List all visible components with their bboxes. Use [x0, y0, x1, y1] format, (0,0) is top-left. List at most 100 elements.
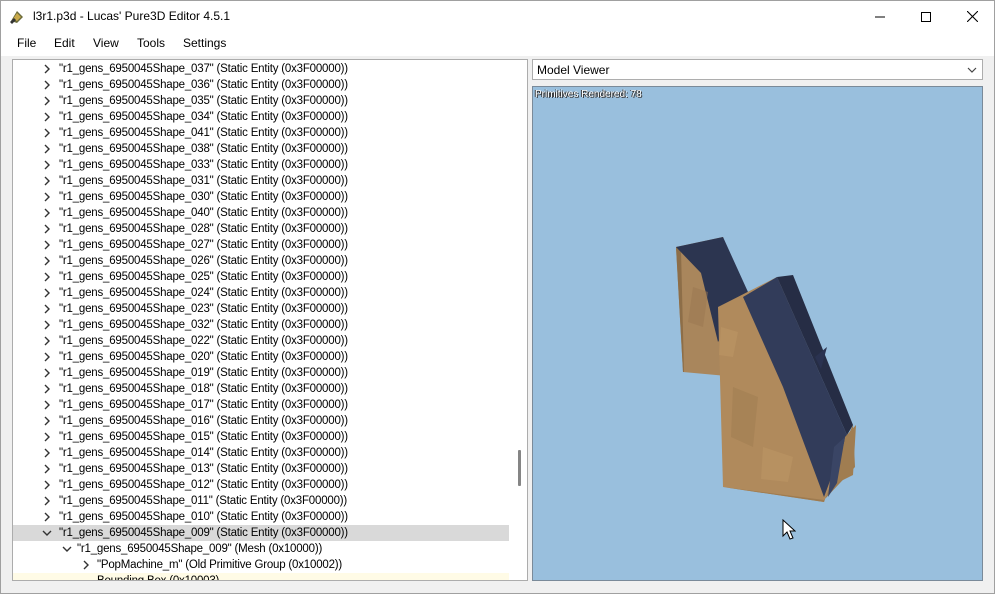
chevron-down-icon [967, 67, 977, 73]
chevron-right-icon[interactable] [39, 109, 55, 125]
tree-row[interactable]: "r1_gens_6950045Shape_041" (Static Entit… [13, 125, 509, 141]
chevron-right-icon[interactable] [39, 157, 55, 173]
chevron-down-icon[interactable] [59, 541, 75, 557]
chevron-right-icon[interactable] [39, 381, 55, 397]
tree-row[interactable]: "r1_gens_6950045Shape_023" (Static Entit… [13, 301, 509, 317]
tree-row[interactable]: "r1_gens_6950045Shape_031" (Static Entit… [13, 173, 509, 189]
tree-row-label: "r1_gens_6950045Shape_038" (Static Entit… [59, 143, 348, 155]
tree-label-prim-group: "PopMachine_m" (Old Primitive Group (0x1… [97, 559, 343, 571]
tree-row[interactable]: "r1_gens_6950045Shape_012" (Static Entit… [13, 477, 509, 493]
tree-row[interactable]: "r1_gens_6950045Shape_034" (Static Entit… [13, 109, 509, 125]
tree-row[interactable]: "r1_gens_6950045Shape_040" (Static Entit… [13, 205, 509, 221]
menu-edit[interactable]: Edit [54, 36, 75, 50]
chevron-right-icon[interactable] [39, 221, 55, 237]
tree-scrollbar[interactable] [512, 60, 527, 580]
tree-row-label: "r1_gens_6950045Shape_013" (Static Entit… [59, 463, 348, 475]
tree-row-label: "r1_gens_6950045Shape_027" (Static Entit… [59, 239, 348, 251]
tree-row-label: "r1_gens_6950045Shape_017" (Static Entit… [59, 399, 348, 411]
viewer-mode-value: Model Viewer [537, 63, 610, 77]
chevron-right-icon[interactable] [39, 429, 55, 445]
tree-row[interactable]: "r1_gens_6950045Shape_025" (Static Entit… [13, 269, 509, 285]
chevron-down-icon[interactable] [39, 525, 55, 541]
title-bar[interactable]: l3r1.p3d - Lucas' Pure3D Editor 4.5.1 [1, 1, 994, 32]
chevron-right-icon[interactable] [39, 477, 55, 493]
tree-row[interactable]: "r1_gens_6950045Shape_037" (Static Entit… [13, 61, 509, 77]
chevron-right-icon[interactable] [39, 77, 55, 93]
model-viewport[interactable]: Primitives Rendered: 78 [532, 86, 983, 581]
tree-row-bbox[interactable]: Bounding Box (0x10003) [13, 573, 509, 581]
tree-row[interactable]: "r1_gens_6950045Shape_038" (Static Entit… [13, 141, 509, 157]
maximize-button[interactable] [903, 1, 949, 32]
chunk-tree[interactable]: "r1_gens_6950045Shape_037" (Static Entit… [12, 59, 528, 581]
menu-tools[interactable]: Tools [137, 36, 165, 50]
tree-row[interactable]: "r1_gens_6950045Shape_033" (Static Entit… [13, 157, 509, 173]
chevron-right-icon[interactable] [39, 269, 55, 285]
tree-row[interactable]: "r1_gens_6950045Shape_022" (Static Entit… [13, 333, 509, 349]
window-title: l3r1.p3d - Lucas' Pure3D Editor 4.5.1 [33, 9, 231, 23]
tree-row-label: "r1_gens_6950045Shape_010" (Static Entit… [59, 511, 348, 523]
scroll-thumb[interactable] [518, 450, 521, 486]
tree-label-bbox: Bounding Box (0x10003) [97, 575, 220, 581]
tree-row-label: "r1_gens_6950045Shape_024" (Static Entit… [59, 287, 348, 299]
menu-settings[interactable]: Settings [183, 36, 226, 50]
chevron-right-icon[interactable] [39, 397, 55, 413]
chevron-right-icon[interactable] [39, 509, 55, 525]
tree-row[interactable]: "r1_gens_6950045Shape_027" (Static Entit… [13, 237, 509, 253]
tree-row[interactable]: "r1_gens_6950045Shape_011" (Static Entit… [13, 493, 509, 509]
tree-row[interactable]: "r1_gens_6950045Shape_018" (Static Entit… [13, 381, 509, 397]
tree-row[interactable]: "r1_gens_6950045Shape_024" (Static Entit… [13, 285, 509, 301]
pure3d-app-icon [10, 11, 23, 24]
tree-row[interactable]: "r1_gens_6950045Shape_020" (Static Entit… [13, 349, 509, 365]
chevron-right-icon[interactable] [39, 285, 55, 301]
chevron-right-icon[interactable] [39, 493, 55, 509]
tree-row[interactable]: "r1_gens_6950045Shape_017" (Static Entit… [13, 397, 509, 413]
chevron-right-icon[interactable] [39, 349, 55, 365]
chevron-right-icon[interactable] [39, 301, 55, 317]
tree-row[interactable]: "r1_gens_6950045Shape_028" (Static Entit… [13, 221, 509, 237]
tree-row[interactable]: "r1_gens_6950045Shape_009" (Static Entit… [13, 525, 509, 541]
tree-row-label: "r1_gens_6950045Shape_033" (Static Entit… [59, 159, 348, 171]
minimize-button[interactable] [857, 1, 903, 32]
close-icon [966, 11, 978, 22]
minimize-icon [875, 16, 885, 17]
tree-row-label: "r1_gens_6950045Shape_035" (Static Entit… [59, 95, 348, 107]
chevron-right-icon[interactable] [39, 93, 55, 109]
tree-row[interactable]: "r1_gens_6950045Shape_030" (Static Entit… [13, 189, 509, 205]
tree-row[interactable]: "r1_gens_6950045Shape_036" (Static Entit… [13, 77, 509, 93]
chevron-right-icon[interactable] [78, 557, 94, 573]
tree-row-label: "r1_gens_6950045Shape_036" (Static Entit… [59, 79, 348, 91]
tree-row[interactable]: "r1_gens_6950045Shape_013" (Static Entit… [13, 461, 509, 477]
tree-row-label: "r1_gens_6950045Shape_040" (Static Entit… [59, 207, 348, 219]
viewer-mode-select[interactable]: Model Viewer [532, 59, 983, 80]
close-button[interactable] [949, 1, 995, 32]
chevron-right-icon[interactable] [39, 189, 55, 205]
chevron-right-icon[interactable] [39, 205, 55, 221]
tree-row[interactable]: "r1_gens_6950045Shape_016" (Static Entit… [13, 413, 509, 429]
tree-row-label: "r1_gens_6950045Shape_041" (Static Entit… [59, 127, 348, 139]
tree-row[interactable]: "r1_gens_6950045Shape_032" (Static Entit… [13, 317, 509, 333]
menu-view[interactable]: View [93, 36, 119, 50]
chevron-right-icon[interactable] [39, 141, 55, 157]
chevron-right-icon[interactable] [39, 125, 55, 141]
chevron-right-icon[interactable] [39, 253, 55, 269]
chevron-right-icon[interactable] [39, 317, 55, 333]
tree-row[interactable]: "r1_gens_6950045Shape_026" (Static Entit… [13, 253, 509, 269]
chevron-right-icon[interactable] [39, 173, 55, 189]
tree-row-prim-group[interactable]: "PopMachine_m" (Old Primitive Group (0x1… [13, 557, 509, 573]
tree-row-mesh[interactable]: "r1_gens_6950045Shape_009" (Mesh (0x1000… [13, 541, 509, 557]
chevron-right-icon[interactable] [39, 237, 55, 253]
chevron-right-icon[interactable] [39, 413, 55, 429]
chevron-right-icon[interactable] [39, 445, 55, 461]
tree-row-label: "r1_gens_6950045Shape_023" (Static Entit… [59, 303, 348, 315]
chevron-right-icon[interactable] [39, 365, 55, 381]
tree-row[interactable]: "r1_gens_6950045Shape_014" (Static Entit… [13, 445, 509, 461]
tree-row[interactable]: "r1_gens_6950045Shape_035" (Static Entit… [13, 93, 509, 109]
tree-row[interactable]: "r1_gens_6950045Shape_015" (Static Entit… [13, 429, 509, 445]
chevron-right-icon[interactable] [39, 461, 55, 477]
chevron-right-icon[interactable] [39, 61, 55, 77]
chevron-right-icon[interactable] [39, 333, 55, 349]
tree-row[interactable]: "r1_gens_6950045Shape_010" (Static Entit… [13, 509, 509, 525]
menu-file[interactable]: File [17, 36, 36, 50]
tree-row[interactable]: "r1_gens_6950045Shape_019" (Static Entit… [13, 365, 509, 381]
tree-row-label: "r1_gens_6950045Shape_018" (Static Entit… [59, 383, 348, 395]
